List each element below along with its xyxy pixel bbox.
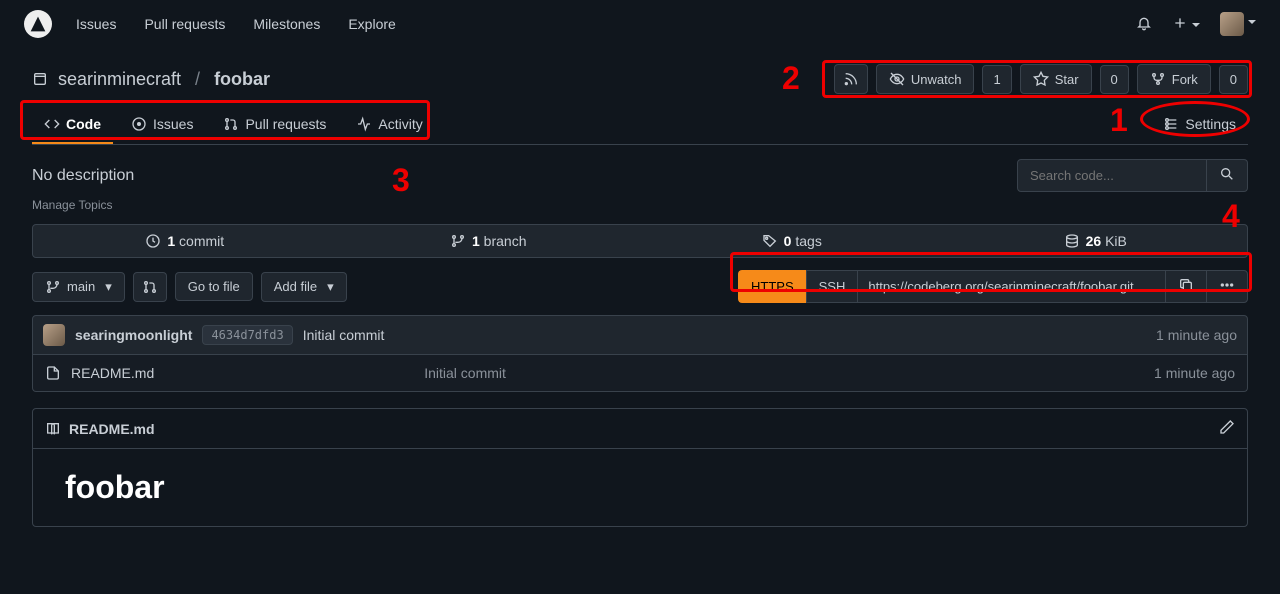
tab-activity[interactable]: Activity (344, 106, 434, 144)
stat-branches[interactable]: 1 branch (337, 225, 641, 257)
file-time: 1 minute ago (1154, 365, 1235, 381)
user-menu[interactable] (1220, 12, 1256, 36)
stat-tags[interactable]: 0 tags (640, 225, 944, 257)
copy-url-button[interactable] (1165, 270, 1206, 303)
add-file-button[interactable]: Add file▾ (261, 272, 347, 302)
book-icon (45, 421, 61, 437)
repo-name-link[interactable]: foobar (214, 69, 270, 90)
compare-button[interactable] (133, 272, 167, 302)
file-icon (45, 365, 61, 381)
create-menu[interactable] (1172, 15, 1200, 34)
clone-https-tab[interactable]: HTTPS (738, 270, 806, 303)
stats-bar: 1 commit 1 branch 0 tags 26 KiB (32, 224, 1248, 258)
avatar (1220, 12, 1244, 36)
file-name-link[interactable]: README.md (71, 365, 154, 381)
watch-count[interactable]: 1 (982, 65, 1011, 94)
unwatch-button[interactable]: Unwatch (876, 64, 975, 94)
repo-title: searinminecraft / foobar (32, 69, 270, 90)
edit-readme-button[interactable] (1219, 419, 1235, 438)
fork-count[interactable]: 0 (1219, 65, 1248, 94)
repo-icon (32, 71, 48, 87)
stat-size: 26 KiB (944, 225, 1248, 257)
nav-pulls[interactable]: Pull requests (144, 16, 225, 32)
nav-milestones[interactable]: Milestones (253, 16, 320, 32)
commit-message[interactable]: Initial commit (303, 327, 385, 343)
star-button[interactable]: Star (1020, 64, 1092, 94)
tab-code[interactable]: Code (32, 106, 113, 144)
star-count[interactable]: 0 (1100, 65, 1129, 94)
tab-pulls[interactable]: Pull requests (211, 106, 338, 144)
commit-author-avatar[interactable] (43, 324, 65, 346)
clone-ssh-tab[interactable]: SSH (806, 270, 858, 303)
clone-more-button[interactable] (1206, 270, 1248, 303)
rss-button[interactable] (834, 64, 868, 94)
stat-commits[interactable]: 1 commit (33, 225, 337, 257)
branch-selector[interactable]: main▾ (32, 272, 125, 302)
top-navbar: Issues Pull requests Milestones Explore (0, 0, 1280, 48)
readme-box: README.md foobar (32, 408, 1248, 527)
commit-time: 1 minute ago (1156, 327, 1237, 343)
repo-description: No description (32, 167, 134, 185)
site-logo[interactable] (24, 10, 52, 38)
tab-settings[interactable]: Settings (1151, 106, 1248, 144)
fork-button[interactable]: Fork (1137, 64, 1211, 94)
file-row: README.md Initial commit 1 minute ago (32, 355, 1248, 392)
nav-explore[interactable]: Explore (348, 16, 395, 32)
readme-title: README.md (69, 421, 155, 437)
latest-commit-row: searingmoonlight 4634d7dfd3 Initial comm… (32, 315, 1248, 355)
repo-actions: Unwatch 1 Star 0 Fork 0 (834, 64, 1248, 94)
nav-issues[interactable]: Issues (76, 16, 116, 32)
repo-owner-link[interactable]: searinminecraft (58, 69, 181, 90)
file-commit-msg[interactable]: Initial commit (424, 365, 506, 381)
goto-file-button[interactable]: Go to file (175, 272, 253, 301)
commit-sha[interactable]: 4634d7dfd3 (202, 325, 292, 345)
search-button[interactable] (1207, 159, 1248, 192)
search-input[interactable] (1017, 159, 1207, 192)
commit-author-link[interactable]: searingmoonlight (75, 327, 192, 343)
clone-url-input[interactable] (857, 270, 1165, 303)
readme-heading: foobar (65, 469, 1215, 506)
manage-topics-link[interactable]: Manage Topics (32, 198, 1248, 212)
bell-icon[interactable] (1136, 15, 1152, 34)
tab-issues[interactable]: Issues (119, 106, 205, 144)
